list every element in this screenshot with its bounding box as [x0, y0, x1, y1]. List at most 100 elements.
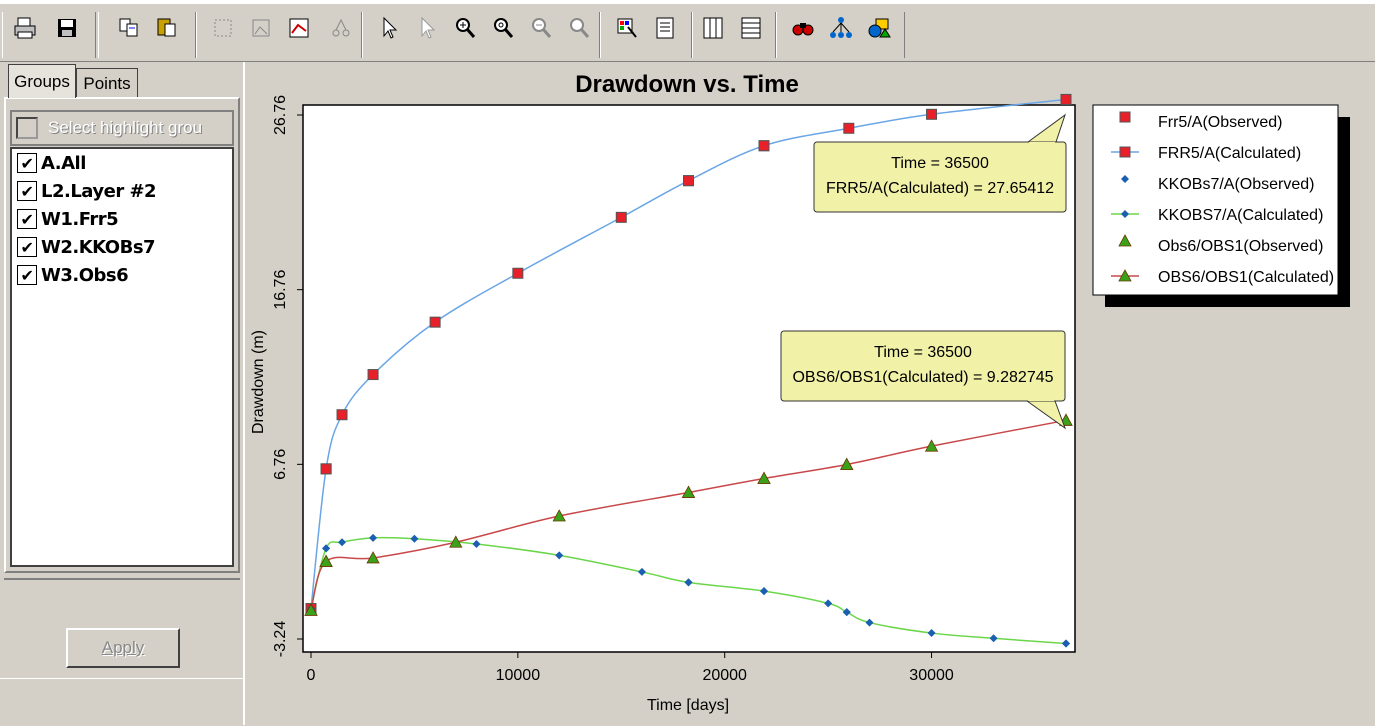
- pointer-icon: [383, 16, 398, 39]
- group-checkbox[interactable]: ✔: [17, 153, 37, 173]
- chart-edit-button[interactable]: [285, 14, 313, 42]
- toolbar: [0, 0, 1375, 62]
- group-item[interactable]: ✔ W3.Obs6: [12, 261, 232, 289]
- data-point: [429, 316, 441, 328]
- highlight-select-label: Select highlight grou: [48, 118, 203, 137]
- callout-line: Time = 36500: [891, 155, 989, 172]
- x-tick-label: 20000: [702, 667, 747, 684]
- zoom-in-button[interactable]: [451, 14, 479, 42]
- print-button[interactable]: [11, 14, 39, 42]
- zoom-reset-icon: [570, 18, 590, 38]
- copy-button[interactable]: [115, 14, 143, 42]
- status-bar: [0, 678, 243, 726]
- group-checkbox[interactable]: ✔: [17, 265, 37, 285]
- rows-button[interactable]: [737, 14, 765, 42]
- legend-entry: OBS6/OBS1(Calculated): [1158, 269, 1334, 286]
- pointer-alt-button[interactable]: [413, 14, 441, 42]
- callout-line: OBS6/OBS1(Calculated) = 9.282745: [792, 369, 1053, 386]
- highlight-group-select[interactable]: Select highlight grou: [10, 110, 234, 146]
- save-button[interactable]: [53, 14, 81, 42]
- tab-points[interactable]: Points: [76, 68, 138, 98]
- paste-icon: [157, 18, 176, 37]
- y-axis-label: Drawdown (m): [250, 330, 267, 434]
- legend-entry: Frr5/A(Observed): [1158, 114, 1282, 131]
- data-point: [367, 369, 379, 381]
- data-point: [758, 140, 770, 152]
- legend-entry: KKOBS7/A(Calculated): [1158, 207, 1323, 224]
- zoom-window-icon: [494, 18, 514, 38]
- palette-button[interactable]: [613, 14, 641, 42]
- network-icon: [830, 17, 852, 38]
- legend-entry: Obs6/OBS1(Observed): [1158, 238, 1323, 255]
- pointer-button[interactable]: [375, 14, 403, 42]
- shapes-icon: [868, 18, 891, 38]
- group-label: A.All: [41, 152, 86, 174]
- x-tick-label: 0: [307, 667, 316, 684]
- group-item[interactable]: ✔ L2.Layer #2: [12, 177, 232, 205]
- zoom-out-button[interactable]: [527, 14, 555, 42]
- group-item[interactable]: ✔ W2.KKOBs7: [12, 233, 232, 261]
- group-label: W3.Obs6: [41, 264, 129, 286]
- binoculars-icon: [792, 23, 814, 36]
- palette-icon: [617, 18, 637, 38]
- paste-button[interactable]: [153, 14, 181, 42]
- data-point: [1060, 93, 1072, 105]
- network-button[interactable]: [827, 14, 855, 42]
- zoom-out-icon: [532, 18, 552, 38]
- chart: Drawdown vs. Time -3.24 6.76 16.76 26.76 0 100…: [250, 71, 1350, 714]
- callout-line: Time = 36500: [874, 344, 972, 361]
- chart-edit-icon: [289, 18, 309, 38]
- select-rect-icon: [214, 19, 232, 37]
- columns-icon: [703, 17, 723, 39]
- y-tick-label: 26.76: [272, 95, 289, 135]
- group-item[interactable]: ✔ W1.Frr5: [12, 205, 232, 233]
- zoom-in-icon: [456, 18, 476, 38]
- print-icon: [14, 17, 36, 39]
- group-item[interactable]: ✔ A.All: [12, 149, 232, 177]
- x-axis-label: Time [days]: [647, 697, 729, 714]
- legend-entry: KKOBs7/A(Observed): [1158, 176, 1315, 193]
- group-label: W1.Frr5: [41, 208, 119, 230]
- columns-button[interactable]: [699, 14, 727, 42]
- y-tick-label: -3.24: [272, 621, 289, 658]
- group-list: ✔ A.All ✔ L2.Layer #2 ✔ W1.Frr5 ✔ W2.KKOBs7 ✔ W3.…: [10, 147, 234, 567]
- callout-box: [780, 330, 1066, 402]
- legend-marker: [1119, 111, 1131, 123]
- group-label: W2.KKOBs7: [41, 236, 156, 258]
- data-point: [336, 409, 348, 421]
- copy-icon: [119, 18, 138, 37]
- callout-box: [813, 141, 1067, 213]
- data-point: [843, 122, 855, 134]
- rows-icon: [741, 17, 761, 39]
- select-image-button[interactable]: [247, 14, 275, 42]
- data-point: [683, 175, 694, 187]
- data-point: [320, 463, 332, 475]
- zoom-reset-button[interactable]: [565, 14, 593, 42]
- binoculars-button[interactable]: [789, 14, 817, 42]
- chart-title: Drawdown vs. Time: [575, 71, 799, 98]
- zoom-window-button[interactable]: [489, 14, 517, 42]
- group-checkbox[interactable]: ✔: [17, 209, 37, 229]
- x-tick-label: 10000: [496, 667, 541, 684]
- tab-groups[interactable]: Groups: [8, 64, 76, 98]
- link-button[interactable]: [327, 14, 355, 42]
- list-icon: [656, 17, 674, 39]
- save-icon: [58, 19, 76, 37]
- highlight-checkbox[interactable]: [16, 117, 38, 139]
- legend-entry: FRR5/A(Calculated): [1158, 145, 1301, 162]
- group-checkbox[interactable]: ✔: [17, 181, 37, 201]
- select-image-icon: [252, 19, 270, 37]
- data-point: [512, 267, 524, 279]
- shapes-button[interactable]: [865, 14, 893, 42]
- select-rect-button[interactable]: [209, 14, 237, 42]
- apply-button[interactable]: Apply: [66, 628, 180, 668]
- toolbar-group: [98, 12, 196, 58]
- data-point: [615, 211, 627, 223]
- callout-line: FRR5/A(Calculated) = 27.65412: [826, 180, 1054, 197]
- legend: [1092, 104, 1339, 296]
- legend-marker: [1119, 146, 1131, 158]
- list-button[interactable]: [651, 14, 679, 42]
- x-tick-label: 30000: [909, 667, 954, 684]
- group-checkbox[interactable]: ✔: [17, 237, 37, 257]
- pointer-alt-icon: [421, 16, 436, 39]
